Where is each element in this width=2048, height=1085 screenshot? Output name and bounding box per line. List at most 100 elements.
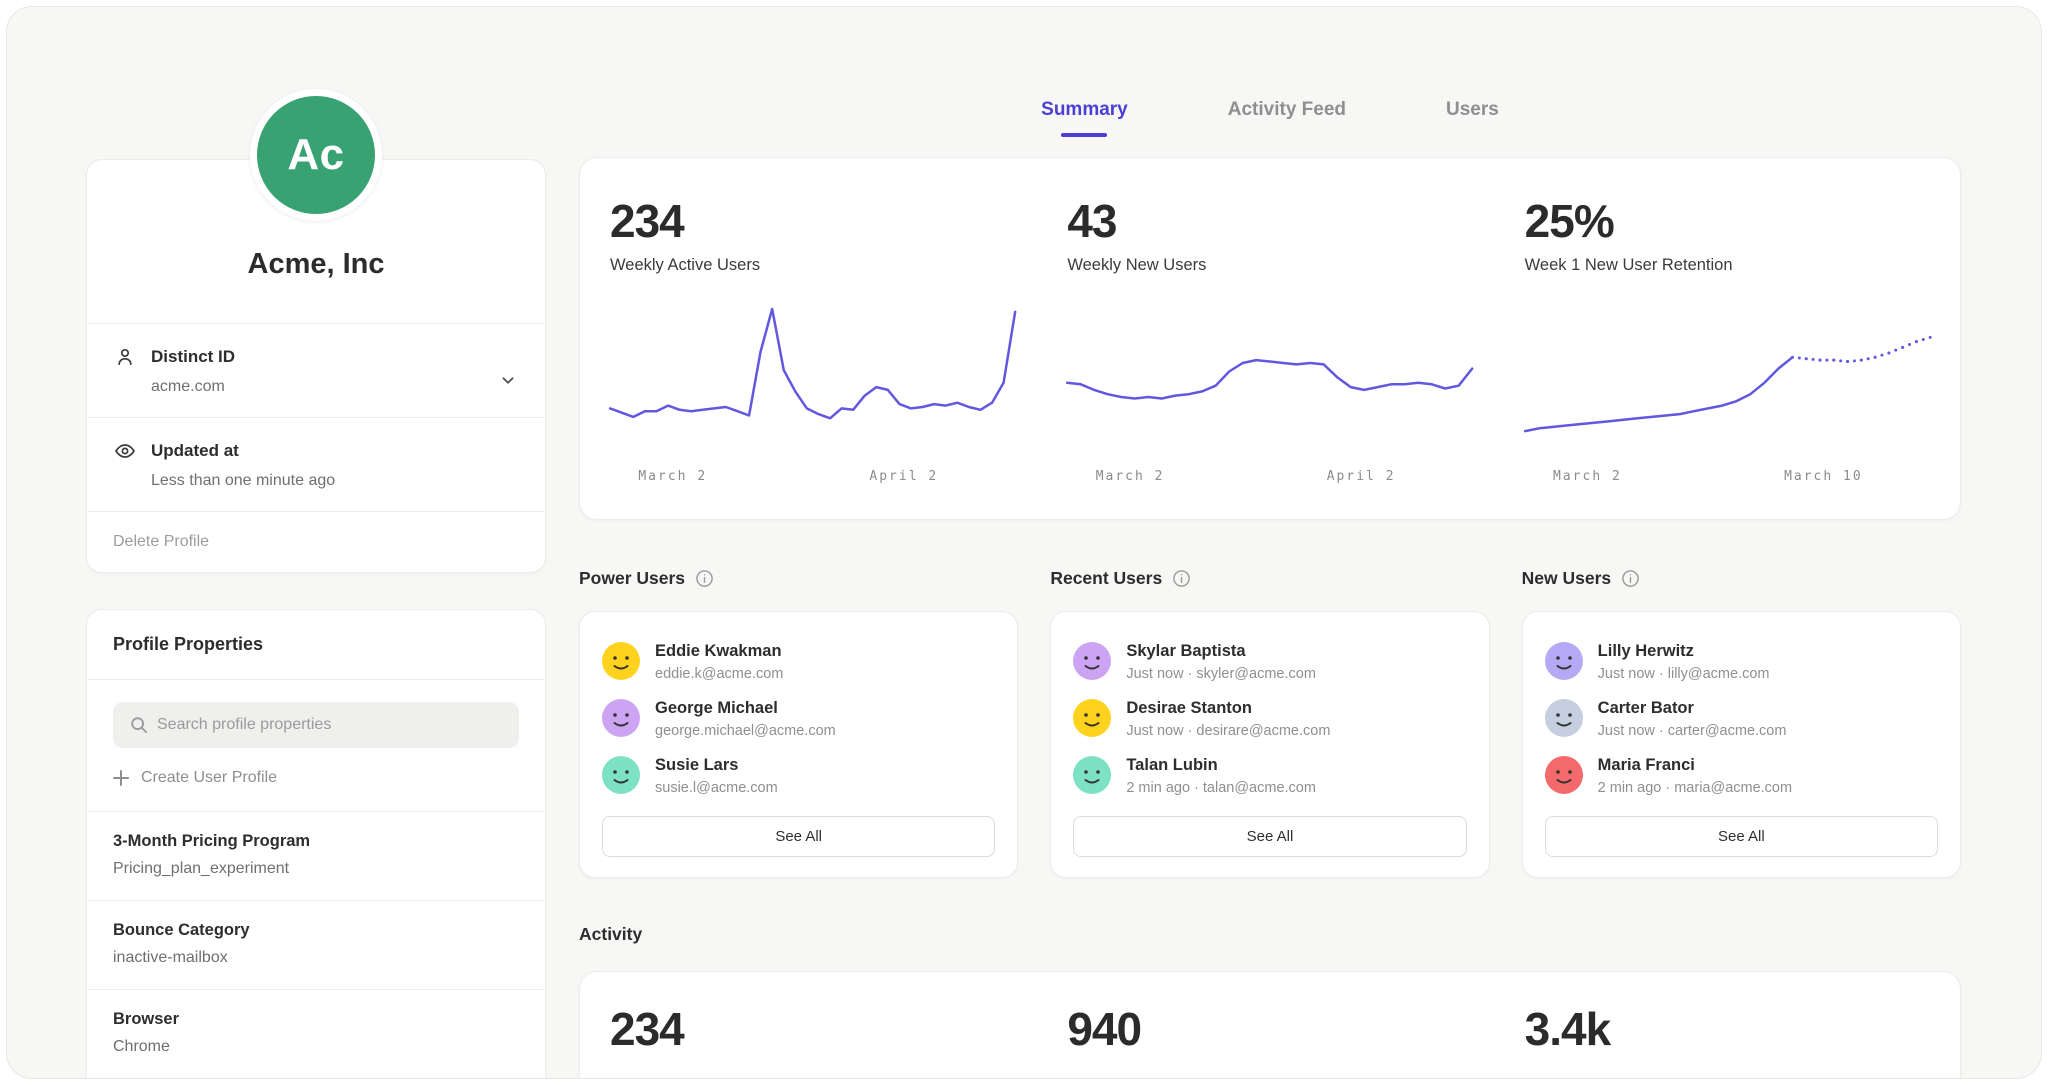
user-detail: Just now · lilly@acme.com [1598, 666, 1770, 682]
see-all-button[interactable]: See All [1073, 816, 1466, 857]
create-user-profile-button[interactable]: Create User Profile [87, 748, 545, 811]
chevron-down-icon[interactable] [497, 369, 519, 391]
section-title: Power Users [579, 568, 685, 589]
x-tick: April 2 [1327, 469, 1396, 484]
user-name: Susie Lars [655, 756, 778, 775]
profile-properties-card: Profile Properties Create User Profile 3… [86, 609, 546, 1078]
user-row[interactable]: Maria Franci 2 min ago · maria@acme.com [1545, 756, 1938, 796]
property-row[interactable]: Browser Chrome [87, 989, 545, 1078]
weekly-active-users-chart [610, 305, 1015, 455]
activity-title: Activity [579, 924, 1961, 945]
info-icon[interactable] [1621, 569, 1640, 588]
distinct-id-value: acme.com [151, 378, 519, 396]
delete-profile-button[interactable]: Delete Profile [87, 512, 545, 572]
activity-stat-cell: 940 [1041, 1002, 1498, 1056]
weekly-new-users-cell: 43 Weekly New Users March 2 April 2 [1041, 194, 1498, 489]
x-tick: March 2 [1553, 469, 1622, 484]
activity-stat-cell: 3.4k [1499, 1002, 1956, 1056]
tab-activity-feed[interactable]: Activity Feed [1228, 99, 1346, 157]
property-row[interactable]: Bounce Category inactive-mailbox [87, 900, 545, 989]
user-detail: eddie.k@acme.com [655, 666, 783, 682]
profile-sidebar: Ac Acme, Inc Distinct ID [86, 7, 546, 1078]
distinct-id-label: Distinct ID [151, 347, 235, 367]
user-detail: george.michael@acme.com [655, 723, 836, 739]
user-avatar [1073, 699, 1111, 737]
summary-card: 234 Weekly Active Users March 2 April 2 … [579, 157, 1961, 520]
tab-summary[interactable]: Summary [1041, 99, 1128, 157]
avatar-face-icon [602, 699, 640, 737]
user-avatar [1073, 642, 1111, 680]
see-all-button[interactable]: See All [602, 816, 995, 857]
stat-value: 25% [1525, 194, 1930, 248]
avatar-face-icon [1545, 642, 1583, 680]
user-name: Talan Lubin [1126, 756, 1316, 775]
user-name: Maria Franci [1598, 756, 1792, 775]
avatar-face-icon [1073, 756, 1111, 794]
stat-label: Weekly Active Users [610, 256, 1015, 275]
updated-at-value: Less than one minute ago [151, 472, 519, 490]
user-avatar [602, 642, 640, 680]
activity-stat-value: 3.4k [1525, 1002, 1930, 1056]
x-tick: March 10 [1784, 469, 1863, 484]
see-all-button[interactable]: See All [1545, 816, 1938, 857]
info-icon[interactable] [1172, 569, 1191, 588]
activity-stat-cell: 234 [584, 1002, 1041, 1056]
power-users-card: Eddie Kwakman eddie.k@acme.com George Mi… [579, 611, 1018, 878]
user-detail: 2 min ago · talan@acme.com [1126, 780, 1316, 796]
user-row[interactable]: George Michael george.michael@acme.com [602, 699, 995, 739]
activity-card: 234 940 3.4k [579, 971, 1961, 1079]
user-detail: Just now · skyler@acme.com [1126, 666, 1316, 682]
avatar-face-icon [1545, 756, 1583, 794]
user-row[interactable]: Lilly Herwitz Just now · lilly@acme.com [1545, 642, 1938, 682]
x-axis-labels: March 2 March 10 [1525, 469, 1930, 489]
avatar-face-icon [1073, 699, 1111, 737]
main-content: Summary Activity Feed Users 234 Weekly A… [579, 7, 1961, 1079]
weekly-active-users-cell: 234 Weekly Active Users March 2 April 2 [584, 194, 1041, 489]
user-name: Skylar Baptista [1126, 642, 1316, 661]
new-users-card: Lilly Herwitz Just now · lilly@acme.com … [1522, 611, 1961, 878]
app-frame: Ac Acme, Inc Distinct ID [6, 6, 2042, 1079]
user-row[interactable]: Eddie Kwakman eddie.k@acme.com [602, 642, 995, 682]
new-users-section: New Users Lilly Herwi [1522, 568, 1961, 878]
user-name: Eddie Kwakman [655, 642, 783, 661]
tab-users-label: Users [1446, 99, 1499, 121]
property-name: 3-Month Pricing Program [113, 832, 519, 851]
retention-cell: 25% Week 1 New User Retention March 2 Ma… [1499, 194, 1956, 489]
tab-summary-label: Summary [1041, 99, 1128, 121]
user-row[interactable]: Skylar Baptista Just now · skyler@acme.c… [1073, 642, 1466, 682]
user-name: Carter Bator [1598, 699, 1787, 718]
stat-value: 234 [610, 194, 1015, 248]
profile-card: Acme, Inc Distinct ID acme.com [86, 159, 546, 573]
user-avatar [1073, 756, 1111, 794]
search-input[interactable] [113, 702, 519, 748]
info-icon[interactable] [695, 569, 714, 588]
recent-users-section: Recent Users Skylar B [1050, 568, 1489, 878]
tab-users[interactable]: Users [1446, 99, 1499, 157]
property-row[interactable]: 3-Month Pricing Program Pricing_plan_exp… [87, 811, 545, 900]
weekly-new-users-chart [1067, 305, 1472, 455]
search-wrap [87, 680, 545, 748]
user-row[interactable]: Susie Lars susie.l@acme.com [602, 756, 995, 796]
activity-stat-value: 234 [610, 1002, 1015, 1056]
user-name: Lilly Herwitz [1598, 642, 1770, 661]
stat-value: 43 [1067, 194, 1472, 248]
updated-at-row: Updated at Less than one minute ago [87, 418, 545, 511]
user-detail: susie.l@acme.com [655, 780, 778, 796]
user-row[interactable]: Desirae Stanton Just now · desirare@acme… [1073, 699, 1466, 739]
x-tick: April 2 [869, 469, 938, 484]
section-title: Recent Users [1050, 568, 1162, 589]
property-name: Bounce Category [113, 921, 519, 940]
property-name: Browser [113, 1010, 519, 1029]
avatar-face-icon [602, 756, 640, 794]
profile-properties-title: Profile Properties [87, 610, 545, 679]
user-name: Desirae Stanton [1126, 699, 1330, 718]
user-detail: 2 min ago · maria@acme.com [1598, 780, 1792, 796]
plus-icon [113, 770, 129, 786]
property-value: Pricing_plan_experiment [113, 860, 519, 878]
updated-at-label: Updated at [151, 441, 239, 461]
avatar-face-icon [1073, 642, 1111, 680]
user-row[interactable]: Talan Lubin 2 min ago · talan@acme.com [1073, 756, 1466, 796]
search-icon [129, 715, 149, 735]
tab-bar: Summary Activity Feed Users [579, 99, 1961, 157]
user-row[interactable]: Carter Bator Just now · carter@acme.com [1545, 699, 1938, 739]
